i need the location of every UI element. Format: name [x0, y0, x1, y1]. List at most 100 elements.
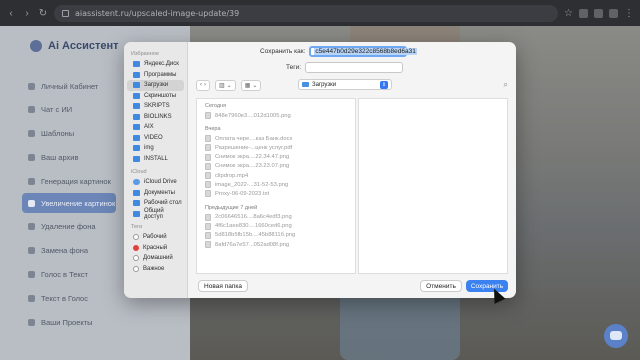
folder-icon — [133, 124, 140, 131]
file-item[interactable]: 4f6c1aee830....1660ced6.png — [197, 222, 355, 231]
file-item[interactable]: 8afd76a7e57...052ad08f.png — [197, 240, 355, 249]
folder-icon — [28, 318, 35, 326]
chat-widget-icon[interactable] — [604, 324, 628, 348]
sidebar-item-chat[interactable]: Чат с ИИ — [22, 99, 118, 119]
profile-icon[interactable] — [609, 8, 618, 18]
sidebar-item-documents[interactable]: Документы — [127, 188, 184, 199]
group-button[interactable]: ▦ ⌄ — [240, 79, 262, 91]
sidebar-item-templates[interactable]: Шаблоны — [22, 123, 118, 143]
sidebar-item-cabinet[interactable]: Личный Кабинет — [22, 76, 118, 96]
sidebar-item-remove-bg[interactable]: Удаление фона — [22, 216, 118, 236]
url-text: aiassistent.ru/upscaled-image-update/39 — [75, 8, 240, 18]
sidebar-item-projects[interactable]: Ваши Проекты — [22, 312, 118, 332]
folder-icon — [133, 145, 140, 152]
user-icon — [28, 82, 35, 90]
sidebar-item-label: Шаблоны — [41, 128, 75, 138]
file-item[interactable]: Разрешение-...ценк услуг.pdf — [197, 143, 355, 152]
sidebar-item-downloads[interactable]: Загрузки — [127, 80, 184, 91]
search-icon[interactable]: ⌕ — [504, 80, 508, 90]
sidebar-item-shared[interactable]: Общий доступ — [127, 207, 184, 220]
sidebar-item-biolinks[interactable]: BIOLINKS — [127, 112, 184, 123]
file-item[interactable]: image_2022-...31-52-53.png — [197, 180, 355, 189]
file-icon — [205, 144, 211, 152]
sidebar-item-img[interactable]: img — [127, 143, 184, 154]
sidebar-label: Рабочий стол — [144, 200, 182, 207]
chevron-right-icon: › — [204, 82, 206, 88]
file-name: 4f6c1aee830....1660ced6.png — [215, 223, 292, 230]
sidebar-item-speech-to-text[interactable]: Голос в Текст — [22, 264, 118, 284]
sidebar-item-applications[interactable]: Программы — [127, 70, 184, 81]
sidebar-item-label: Текст в Голос — [41, 293, 88, 303]
extension-icon[interactable] — [594, 8, 603, 18]
file-item[interactable]: Proxy-06-09-2023.txt — [197, 189, 355, 198]
more-menu-icon[interactable]: ⋮ — [624, 8, 634, 19]
filename-input[interactable]: c5e447b0d29e322c8568b8ed6a31 — [309, 46, 417, 57]
folder-icon — [133, 61, 140, 68]
sidebar-item-icloud-drive[interactable]: iCloud Drive — [127, 177, 184, 188]
file-item[interactable]: Снимок экра....22.34.47.png — [197, 153, 355, 162]
file-item[interactable]: Оплата чере....каз Банк.docx — [197, 134, 355, 143]
sidebar-label: Общий доступ — [143, 207, 164, 220]
file-item[interactable]: 2c06646516....8a6c4edf3.png — [197, 213, 355, 222]
group-heading-today: Сегодня — [205, 103, 227, 109]
shared-folder-icon — [133, 210, 140, 217]
sidebar-item-aix[interactable]: AIX — [127, 122, 184, 133]
file-item[interactable]: Снимок экра....23.23.07.png — [197, 162, 355, 171]
icloud-heading: iCloud — [131, 169, 147, 175]
upscale-icon — [28, 199, 35, 207]
group-heading-previous-7-days: Предыдущие 7 дней — [205, 204, 258, 211]
sidebar-item-video[interactable]: VIDEO — [127, 133, 184, 144]
preview-pane — [358, 98, 508, 274]
tag-circle-icon — [133, 255, 139, 262]
file-icon — [205, 231, 211, 239]
sidebar-label: Красный — [143, 244, 168, 251]
file-icon — [205, 181, 211, 189]
sidebar-item-text-to-speech[interactable]: Текст в Голос — [22, 288, 118, 308]
tags-row: Теги: — [286, 62, 404, 73]
sidebar-item-screenshots[interactable]: Скриншоты — [127, 91, 184, 102]
tags-input[interactable] — [305, 62, 404, 73]
sidebar-item-upscale[interactable]: Увеличение картинок — [22, 193, 116, 213]
reload-icon[interactable]: ↻ — [38, 8, 48, 19]
grid-icon: ▦ — [244, 82, 251, 89]
cancel-button[interactable]: Отменить — [420, 280, 462, 292]
app-logo[interactable]: Ai Ассистент — [30, 40, 119, 52]
back-forward-buttons[interactable]: ‹ › — [196, 79, 210, 91]
file-item[interactable]: 848e7960e3....012d1005.png — [197, 111, 355, 120]
file-name: 5d818b5fb15b....45b8811б.png — [215, 232, 296, 239]
file-item[interactable]: clipdrop.mp4 — [197, 171, 355, 180]
file-icon — [205, 222, 211, 230]
sidebar-item-image-generation[interactable]: Генерация картинок — [22, 171, 118, 191]
folder-icon — [133, 113, 140, 120]
location-popup[interactable]: Загрузки ⇕ — [298, 79, 392, 90]
file-icon — [205, 162, 211, 170]
new-folder-button[interactable]: Новая папка — [198, 280, 248, 292]
back-icon[interactable]: ‹ — [6, 8, 16, 19]
sidebar-tag-home[interactable]: Домашний — [127, 253, 184, 264]
forward-icon[interactable]: › — [22, 8, 32, 19]
bookmark-star-icon[interactable]: ☆ — [564, 8, 573, 19]
file-icon — [205, 153, 211, 161]
sidebar-item-yandex-disk[interactable]: Яндекс.Диск — [127, 59, 184, 70]
sidebar-item-replace-bg[interactable]: Замена фона — [22, 240, 118, 260]
view-mode-button[interactable]: ▥ ⌄ — [215, 79, 236, 91]
image-icon — [28, 177, 35, 185]
sidebar-item-archive[interactable]: Ваш архив — [22, 147, 118, 167]
file-name: Оплата чере....каз Банк.docx — [215, 135, 293, 142]
sidebar-label: Важное — [143, 265, 165, 272]
browser-toolbar: ‹ › ↻ aiassistent.ru/upscaled-image-upda… — [0, 0, 640, 26]
extension-icon[interactable] — [579, 8, 588, 18]
file-item[interactable]: 5d818b5fb15b....45b8811б.png — [197, 231, 355, 240]
file-name: Разрешение-...ценк услуг.pdf — [215, 144, 293, 151]
sidebar-tag-work[interactable]: Рабочий — [127, 232, 184, 243]
sidebar-label: Яндекс.Диск — [144, 61, 179, 68]
sidebar-label: Загрузки — [144, 82, 169, 89]
address-bar[interactable]: aiassistent.ru/upscaled-image-update/39 — [54, 4, 559, 22]
sidebar-item-install[interactable]: INSTALL — [127, 154, 184, 165]
sidebar-tag-important[interactable]: Важное — [127, 264, 184, 275]
sidebar-label: Домашний — [143, 255, 173, 262]
sidebar-tag-red[interactable]: Красный — [127, 243, 184, 254]
location-label: Загрузки — [312, 81, 337, 88]
sidebar-label: iCloud Drive — [144, 179, 177, 186]
sidebar-item-skripts[interactable]: SKRIPTS — [127, 101, 184, 112]
